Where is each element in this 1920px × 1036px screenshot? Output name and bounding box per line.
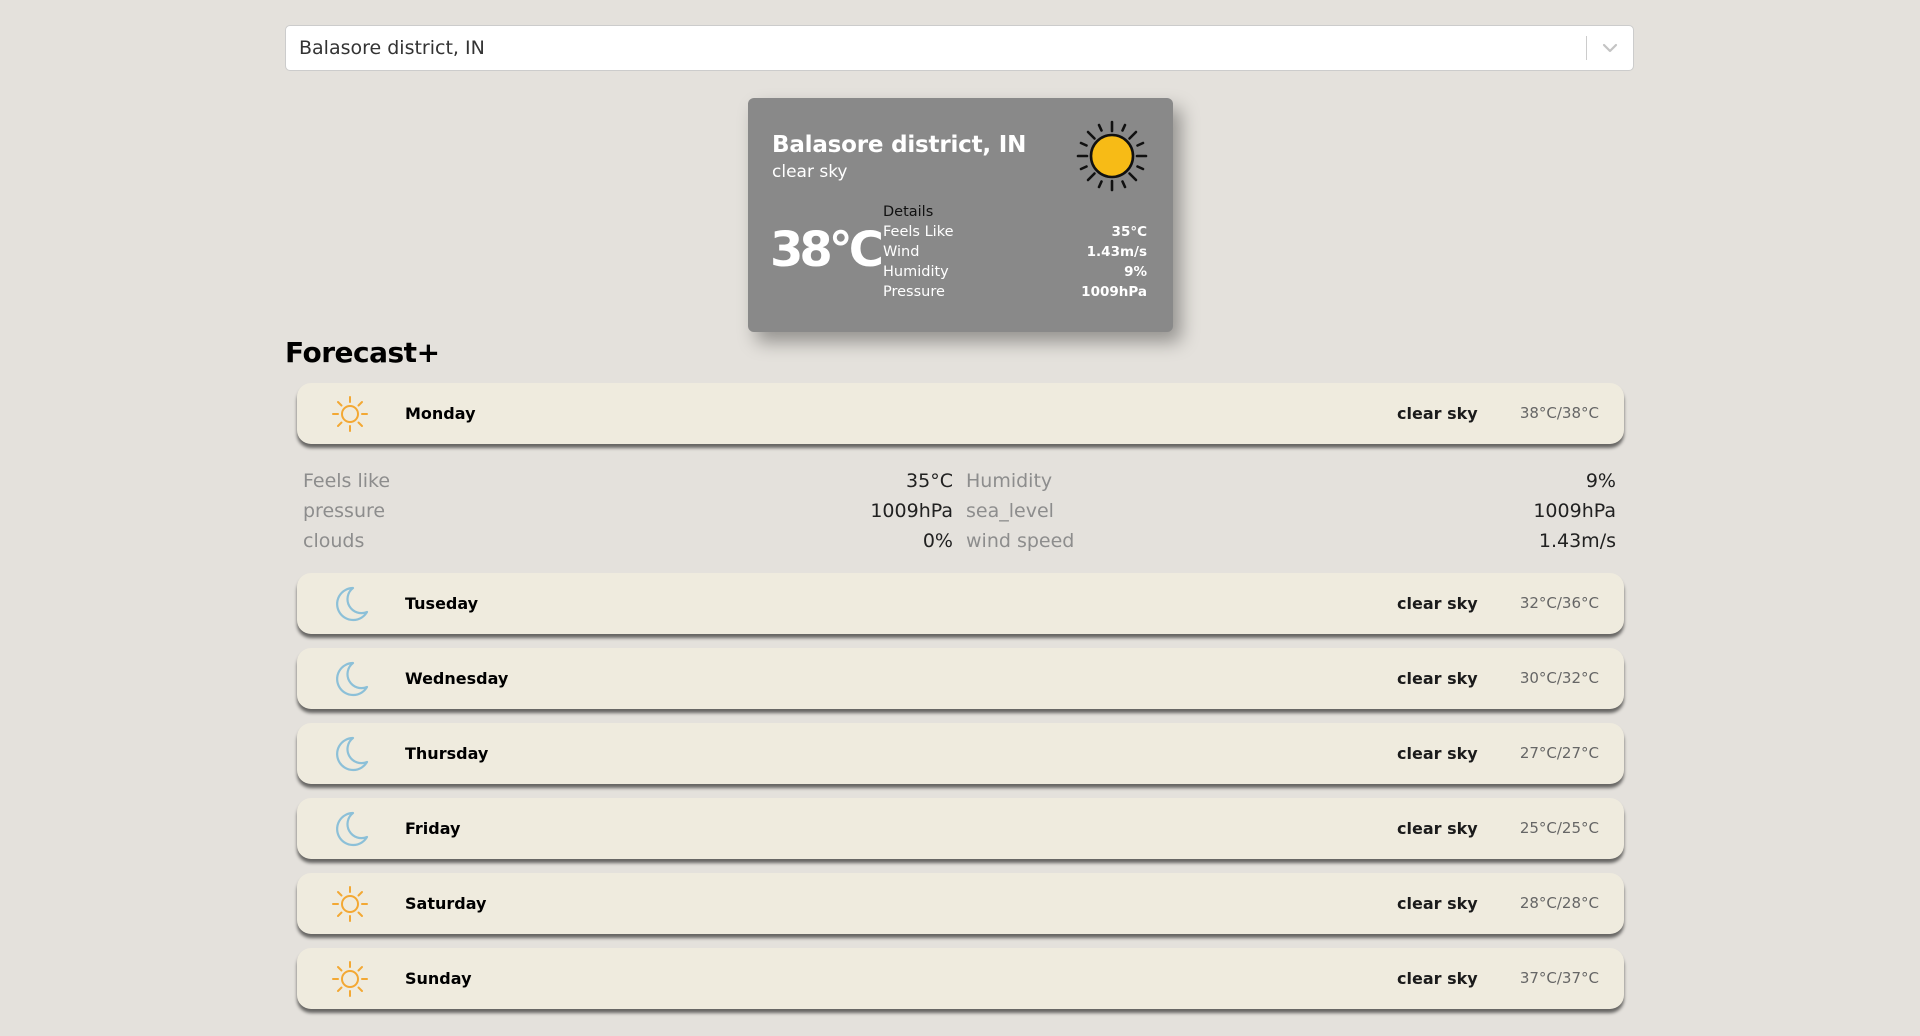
day-description: clear sky — [1397, 819, 1478, 838]
expanded-value: 35°C — [906, 470, 953, 492]
expanded-value: 1.43m/s — [1538, 530, 1616, 552]
details-value: 1009hPa — [1081, 284, 1147, 300]
current-description: clear sky — [772, 162, 848, 182]
moon-icon — [331, 735, 369, 773]
forecast-day-monday[interactable]: Monday clear sky 38°C/38°C — [297, 383, 1624, 444]
forecast-day-tuseday[interactable]: Tuseday clear sky 32°C/36°C — [297, 573, 1624, 634]
day-description: clear sky — [1397, 404, 1478, 423]
day-temperatures: 30°C/32°C — [1519, 669, 1599, 687]
day-temperatures: 32°C/36°C — [1519, 594, 1599, 612]
expanded-row: wind speed 1.43m/s — [966, 526, 1616, 556]
moon-icon — [331, 810, 369, 848]
current-temperature: 38°C — [770, 222, 884, 278]
details-label: Humidity — [883, 264, 949, 280]
forecast-title: Forecast+ — [285, 336, 440, 369]
forecast-day-thursday[interactable]: Thursday clear sky 27°C/27°C — [297, 723, 1624, 784]
details-title: Details — [883, 204, 934, 220]
details-label: Wind — [883, 244, 920, 260]
day-name: Friday — [405, 819, 461, 838]
current-weather-card: Balasore district, IN clear sky 38°C Det… — [748, 98, 1173, 332]
expanded-label: sea_level — [966, 500, 1054, 522]
day-name: Thursday — [405, 744, 489, 763]
forecast-expanded-details: Feels like 35°C pressure 1009hPa clouds … — [303, 466, 1616, 556]
forecast-day-saturday[interactable]: Saturday clear sky 28°C/28°C — [297, 873, 1624, 934]
sun-icon — [331, 395, 369, 433]
forecast-day-friday[interactable]: Friday clear sky 25°C/25°C — [297, 798, 1624, 859]
day-description: clear sky — [1397, 744, 1478, 763]
expanded-label: Feels like — [303, 470, 391, 492]
expanded-value: 1009hPa — [870, 500, 953, 522]
location-select-value[interactable]: Balasore district, IN — [286, 37, 1586, 59]
expanded-label: pressure — [303, 500, 386, 522]
moon-icon — [331, 660, 369, 698]
current-city: Balasore district, IN — [772, 132, 1027, 158]
expanded-row: Feels like 35°C — [303, 466, 953, 496]
forecast-day-wednesday[interactable]: Wednesday clear sky 30°C/32°C — [297, 648, 1624, 709]
expanded-row: clouds 0% — [303, 526, 953, 556]
details-row-wind: Wind 1.43m/s — [883, 242, 1147, 262]
day-name: Wednesday — [405, 669, 509, 688]
day-temperatures: 38°C/38°C — [1519, 404, 1599, 422]
chevron-down-icon[interactable] — [1587, 26, 1633, 70]
day-temperatures: 27°C/27°C — [1519, 744, 1599, 762]
day-description: clear sky — [1397, 594, 1478, 613]
location-select[interactable]: Balasore district, IN — [285, 25, 1634, 71]
sun-icon — [1076, 120, 1148, 192]
day-description: clear sky — [1397, 969, 1478, 988]
day-name: Sunday — [405, 969, 472, 988]
expanded-left-column: Feels like 35°C pressure 1009hPa clouds … — [303, 466, 953, 556]
expanded-label: Humidity — [966, 470, 1053, 492]
expanded-row: Humidity 9% — [966, 466, 1616, 496]
expanded-right-column: Humidity 9% sea_level 1009hPa wind speed… — [966, 466, 1616, 556]
day-description: clear sky — [1397, 669, 1478, 688]
details-label: Pressure — [883, 284, 945, 300]
moon-icon — [331, 585, 369, 623]
details-label: Feels Like — [883, 224, 954, 240]
day-temperatures: 28°C/28°C — [1519, 894, 1599, 912]
day-name: Saturday — [405, 894, 487, 913]
expanded-value: 1009hPa — [1533, 500, 1616, 522]
details-panel: Details Feels Like 35°C Wind 1.43m/s Hum… — [883, 202, 1147, 302]
day-name: Monday — [405, 404, 476, 423]
expanded-value: 0% — [922, 530, 953, 552]
day-name: Tuseday — [405, 594, 479, 613]
forecast-day-sunday[interactable]: Sunday clear sky 37°C/37°C — [297, 948, 1624, 1009]
details-value: 9% — [1124, 264, 1147, 280]
expanded-row: pressure 1009hPa — [303, 496, 953, 526]
day-temperatures: 25°C/25°C — [1519, 819, 1599, 837]
expanded-value: 9% — [1585, 470, 1616, 492]
details-row-feels-like: Feels Like 35°C — [883, 222, 1147, 242]
details-value: 35°C — [1111, 224, 1147, 240]
day-temperatures: 37°C/37°C — [1519, 969, 1599, 987]
sun-icon — [331, 885, 369, 923]
sun-icon — [331, 960, 369, 998]
details-row-humidity: Humidity 9% — [883, 262, 1147, 282]
expanded-label: wind speed — [966, 530, 1075, 552]
day-description: clear sky — [1397, 894, 1478, 913]
expanded-row: sea_level 1009hPa — [966, 496, 1616, 526]
details-row-pressure: Pressure 1009hPa — [883, 282, 1147, 302]
details-value: 1.43m/s — [1086, 244, 1147, 260]
expanded-label: clouds — [303, 530, 365, 552]
